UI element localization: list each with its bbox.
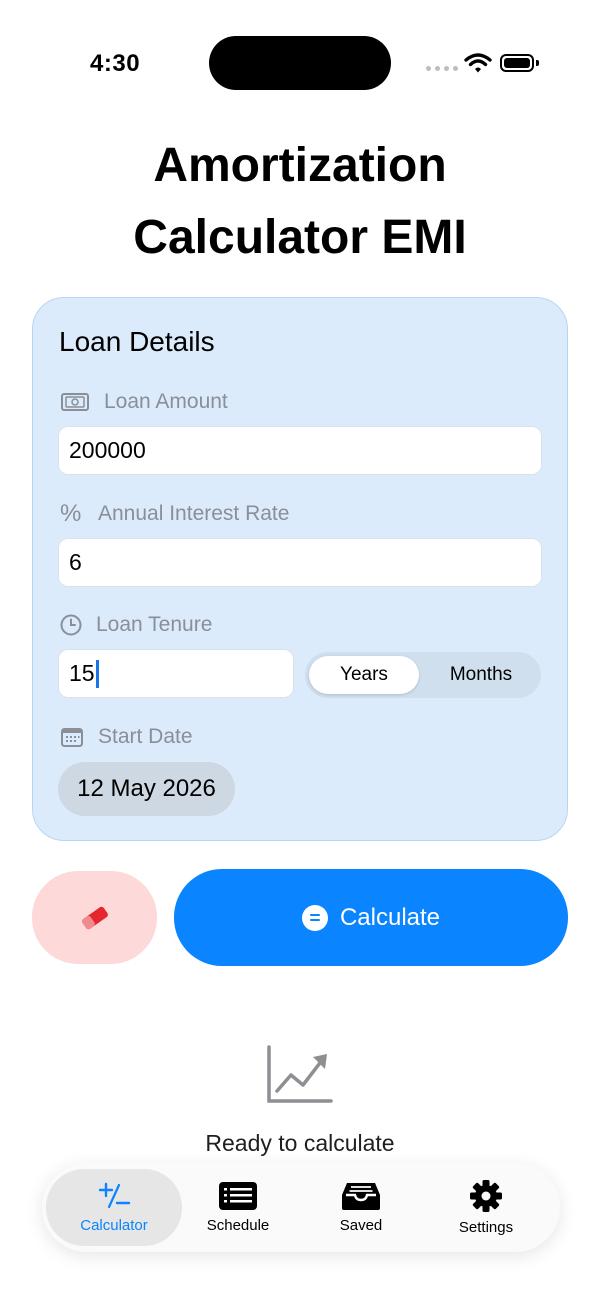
page-title: Amortization Calculator EMI xyxy=(0,130,600,274)
calculate-label: Calculate xyxy=(339,903,441,931)
page-title-line1: Amortization xyxy=(153,139,447,192)
loan-amount-label: Loan Amount xyxy=(104,390,228,413)
segment-months[interactable]: Months xyxy=(425,656,537,694)
battery-icon xyxy=(500,54,534,72)
clear-button[interactable] xyxy=(32,871,157,964)
banknote-icon xyxy=(61,393,89,411)
segment-years[interactable]: Years xyxy=(309,656,419,694)
loan-amount-input[interactable]: 200000 xyxy=(58,426,542,475)
tab-schedule[interactable]: Schedule xyxy=(174,1163,302,1252)
loan-amount-value: 200000 xyxy=(69,437,146,463)
tray-icon xyxy=(342,1183,380,1210)
start-date-label: Start Date xyxy=(98,725,193,748)
tenure-input[interactable]: 15 xyxy=(58,649,294,698)
loan-details-heading: Loan Details xyxy=(59,326,215,357)
tab-calculator[interactable]: Calculator xyxy=(42,1163,186,1252)
tab-saved-label: Saved xyxy=(339,1217,383,1234)
tab-calculator-label: Calculator xyxy=(80,1217,148,1234)
calculate-button[interactable]: Calculate xyxy=(174,869,568,966)
empty-state-message: Ready to calculate xyxy=(205,1130,395,1156)
list-icon xyxy=(219,1182,257,1210)
wifi-icon xyxy=(464,53,492,73)
interest-rate-input[interactable]: 6 xyxy=(58,538,542,587)
tenure-unit-segmented-control[interactable]: Years Months xyxy=(305,652,541,698)
start-date-picker[interactable]: 12 May 2026 xyxy=(58,762,235,816)
calendar-icon xyxy=(61,728,83,747)
line-chart-trend-icon xyxy=(267,1045,333,1103)
clock-icon xyxy=(60,614,82,636)
gear-icon xyxy=(470,1180,502,1212)
percent-icon: % xyxy=(60,500,82,527)
status-time: 4:30 xyxy=(90,50,141,77)
battery-tip xyxy=(536,60,539,66)
plus-minus-icon xyxy=(98,1182,131,1209)
dynamic-island xyxy=(209,36,391,90)
eraser-icon xyxy=(81,906,108,929)
equal-circle-icon xyxy=(301,904,328,931)
cellular-signal-icon xyxy=(426,66,458,71)
interest-rate-label: Annual Interest Rate xyxy=(98,502,290,525)
interest-rate-value: 6 xyxy=(69,549,82,575)
page-title-line2: Calculator EMI xyxy=(133,211,467,264)
tenure-value: 15 xyxy=(69,660,95,686)
tenure-label: Loan Tenure xyxy=(96,613,213,636)
tab-saved[interactable]: Saved xyxy=(297,1163,425,1252)
tab-bar: Calculator Schedule Saved Settings xyxy=(42,1163,560,1252)
tab-settings[interactable]: Settings xyxy=(422,1163,550,1252)
text-cursor xyxy=(95,659,99,688)
tab-settings-label: Settings xyxy=(458,1219,514,1236)
tab-schedule-label: Schedule xyxy=(206,1217,270,1234)
